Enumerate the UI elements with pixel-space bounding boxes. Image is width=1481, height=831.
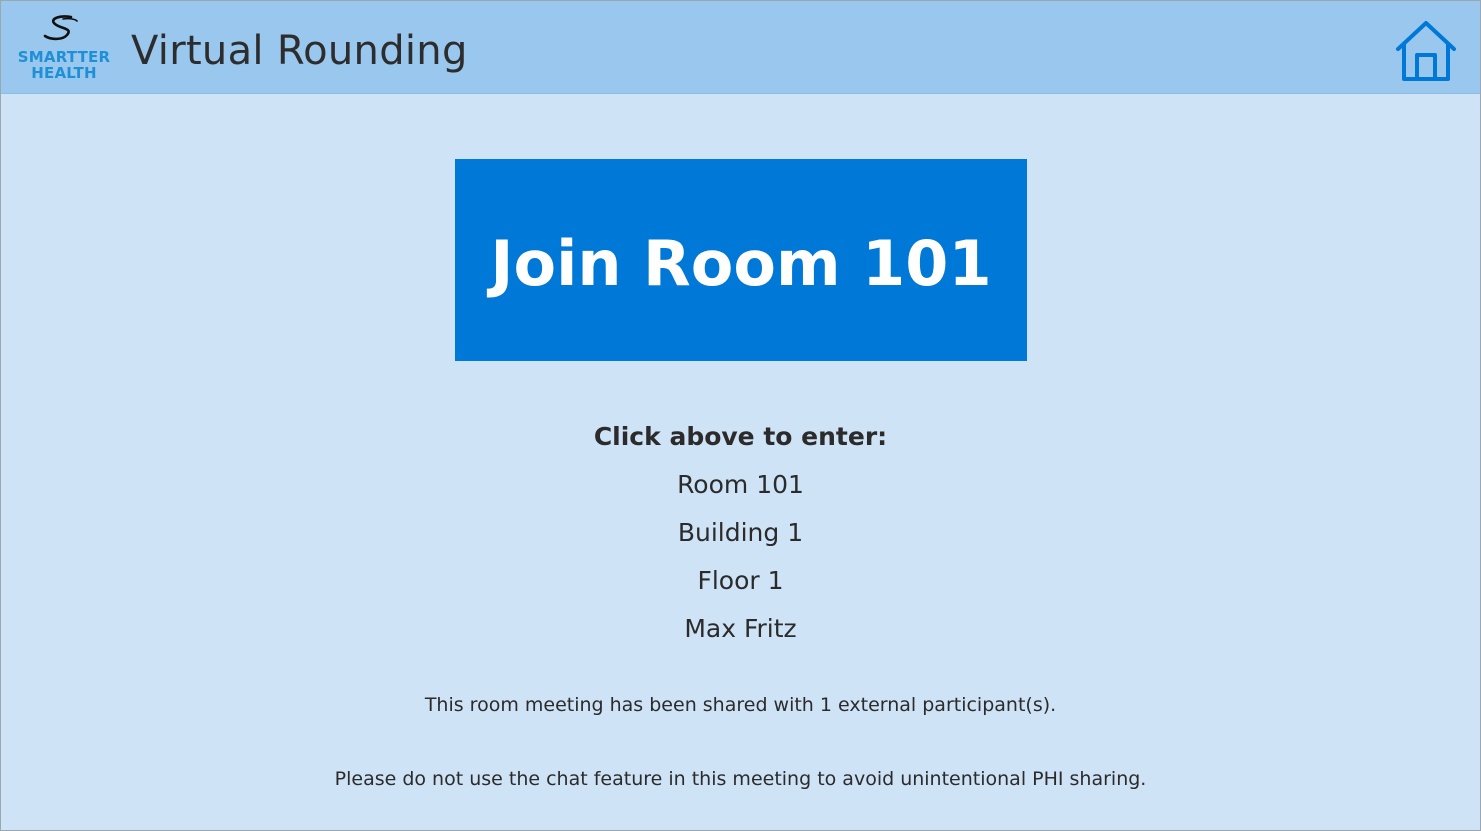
brand-logo: SMARTTER HEALTH <box>13 15 115 83</box>
building-name: Building 1 <box>677 518 804 547</box>
shared-participants-notice: This room meeting has been shared with 1… <box>424 694 1057 716</box>
chat-warning-notice: Please do not use the chat feature in th… <box>334 768 1147 790</box>
home-button[interactable] <box>1394 19 1458 83</box>
brand-logo-line1: SMARTTER <box>17 48 111 66</box>
room-details: Click above to enter: Room 101 Building … <box>1 419 1480 659</box>
header-bar: SMARTTER HEALTH Virtual Rounding <box>1 1 1480 94</box>
patient-name: Max Fritz <box>684 614 797 643</box>
instructions-heading: Click above to enter: <box>593 422 888 451</box>
swoosh-logo-mark <box>43 15 78 41</box>
join-room-button[interactable]: Join Room 101 <box>455 159 1027 361</box>
app-title: Virtual Rounding <box>131 28 468 74</box>
room-name: Room 101 <box>677 470 804 499</box>
home-icon <box>1396 21 1456 81</box>
brand-logo-line2: HEALTH <box>31 64 97 82</box>
app-window: SMARTTER HEALTH Virtual Rounding Join Ro… <box>0 0 1481 831</box>
floor-name: Floor 1 <box>697 566 784 595</box>
brand-logo-text: SMARTTER HEALTH <box>13 49 115 81</box>
